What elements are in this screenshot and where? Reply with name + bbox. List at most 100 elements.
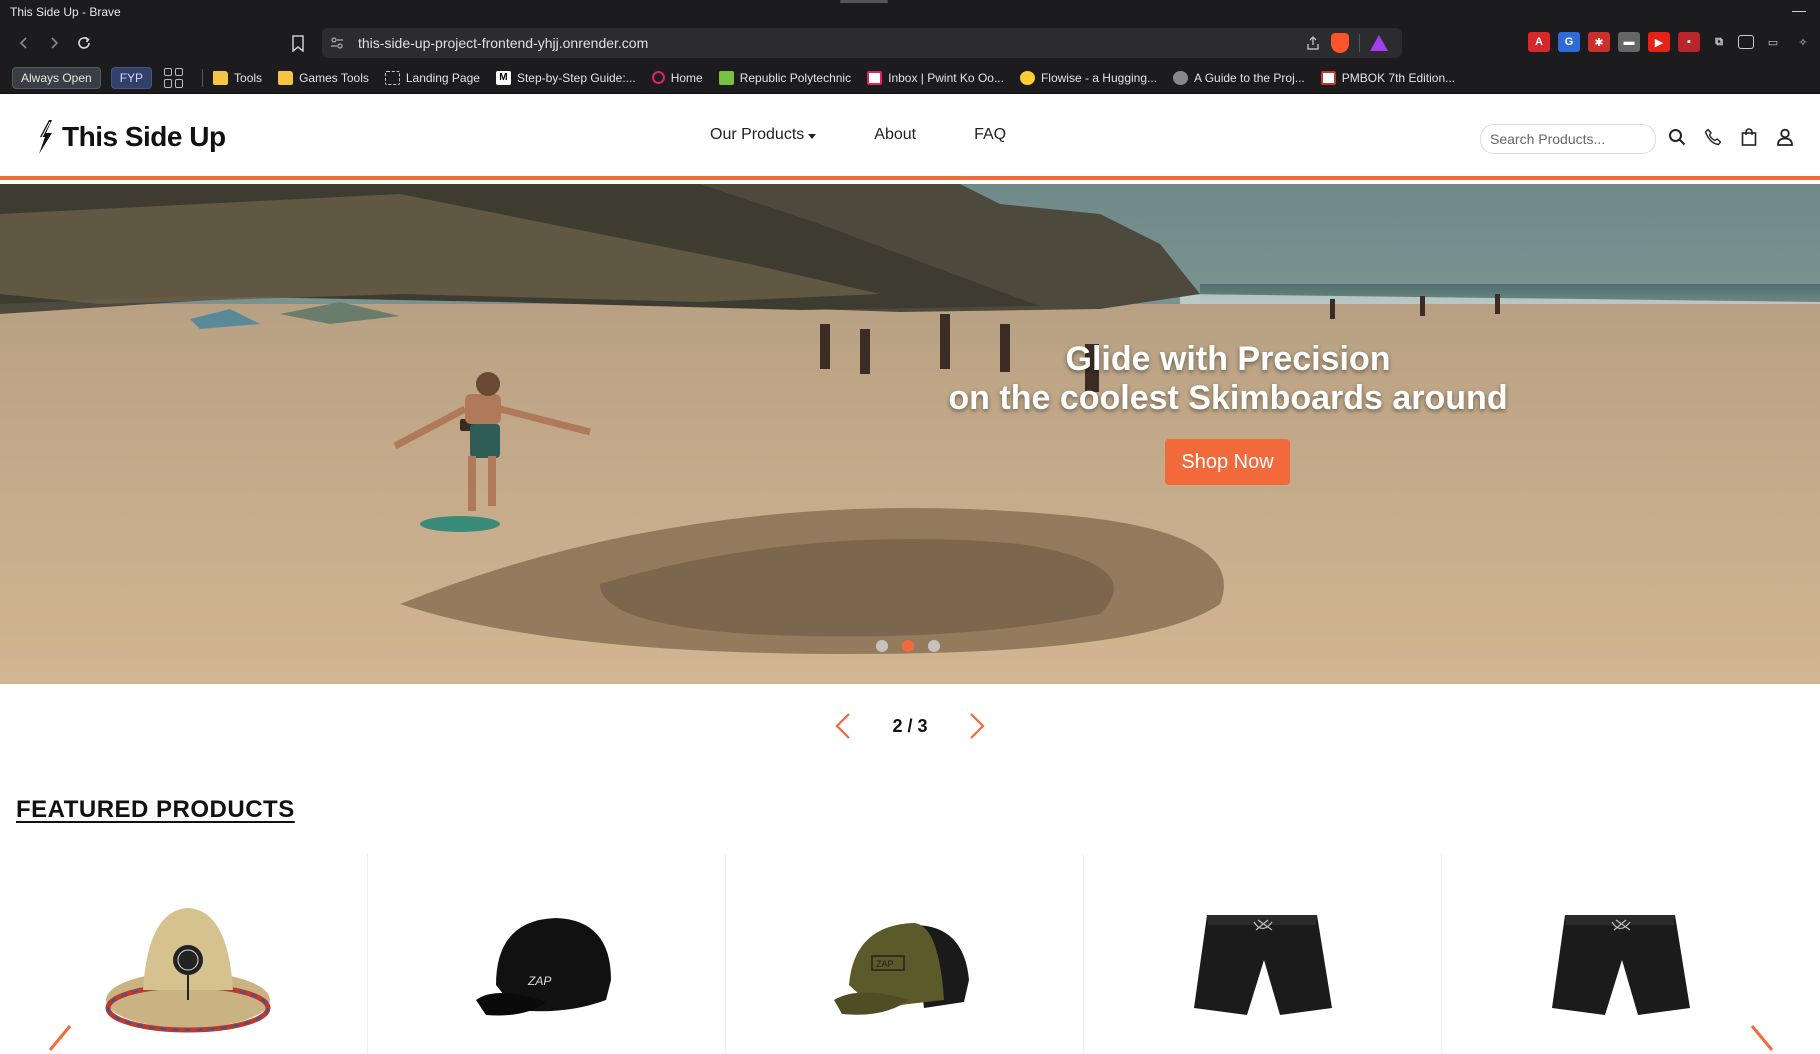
nav-about[interactable]: About xyxy=(874,126,916,144)
window-drag-handle[interactable] xyxy=(840,0,888,3)
brave-shields-icon[interactable] xyxy=(1331,33,1349,53)
pdf-extension-icon[interactable]: A xyxy=(1528,32,1550,52)
account-button[interactable] xyxy=(1774,124,1796,150)
product-card[interactable] xyxy=(16,854,368,1054)
translate-extension-icon[interactable]: G xyxy=(1558,32,1580,52)
products-prev-arrow-icon[interactable] xyxy=(44,1024,78,1054)
extensions-row: A G ✱ ▬ ▶ ▪ ⧉ ▭ ✧ xyxy=(1528,32,1814,52)
bookmark-home[interactable]: Home xyxy=(651,70,703,85)
product-search-input[interactable] xyxy=(1480,124,1656,154)
shopping-bag-icon xyxy=(1741,128,1757,146)
wallet-icon[interactable]: ▭ xyxy=(1762,32,1784,52)
window-titlebar: This Side Up - Brave — xyxy=(0,0,1820,24)
cart-button[interactable] xyxy=(1738,124,1760,150)
phone-icon xyxy=(1704,128,1722,146)
back-button[interactable] xyxy=(10,29,38,57)
bookmarks-divider xyxy=(202,68,204,87)
user-icon xyxy=(1777,128,1793,146)
bookmark-guide-to-proj[interactable]: A Guide to the Proj... xyxy=(1173,70,1305,85)
bookmark-games-tools[interactable]: Games Tools xyxy=(278,70,369,85)
hero-caption: Glide with Precision on the coolest Skim… xyxy=(940,340,1516,418)
rp-icon xyxy=(718,70,734,85)
reload-icon xyxy=(78,36,90,49)
caret-down-icon xyxy=(808,133,817,139)
carousel-dots xyxy=(876,640,940,652)
nav-label: Our Products xyxy=(710,126,805,143)
product-card[interactable]: ZAP xyxy=(732,854,1084,1054)
search-button[interactable] xyxy=(1666,124,1688,150)
shop-now-button[interactable]: Shop Now xyxy=(1165,439,1290,485)
search-icon xyxy=(1669,129,1686,146)
bookmark-pill-always-open[interactable]: Always Open xyxy=(12,66,101,89)
reload-button[interactable] xyxy=(70,29,98,57)
window-title: This Side Up - Brave xyxy=(10,5,121,19)
bookmark-step-by-step[interactable]: M Step-by-Step Guide:... xyxy=(495,70,636,85)
bookmarks-bar: Always Open FYP Tools Games Tools Landin… xyxy=(0,62,1820,94)
bookmark-label: Games Tools xyxy=(299,70,369,85)
products-next-arrow-icon[interactable] xyxy=(1746,1024,1780,1054)
hero-subtitle: on the coolest Skimboards around xyxy=(948,379,1508,417)
site-logo[interactable]: This Side Up xyxy=(36,120,226,154)
medium-icon: M xyxy=(495,70,511,85)
bookmark-label: Flowise - a Hugging... xyxy=(1040,70,1158,85)
straw-hat-image xyxy=(105,908,271,1033)
header-actions xyxy=(1666,124,1796,150)
black-shorts-image xyxy=(1552,915,1690,1015)
carousel-pager: 2 / 3 xyxy=(830,710,990,742)
featured-products-carousel: ZAP ZAP xyxy=(16,854,1806,1054)
brave-rewards-icon[interactable] xyxy=(1370,35,1388,51)
bookmark-flowise[interactable]: Flowise - a Hugging... xyxy=(1019,70,1158,85)
opera-icon xyxy=(651,71,665,84)
lightning-bolt-icon xyxy=(39,120,52,154)
youtube-extension-icon[interactable]: ▶ xyxy=(1648,32,1670,52)
bookmark-pmbok[interactable]: PMBOK 7th Edition... xyxy=(1320,70,1456,85)
url-text: this-side-up-project-frontend-yhjj.onren… xyxy=(358,35,649,51)
folder-icon xyxy=(278,70,294,85)
bookmark-label: Step-by-Step Guide:... xyxy=(516,70,636,85)
bookmark-pill-fyp[interactable]: FYP xyxy=(110,66,153,89)
share-icon[interactable] xyxy=(1305,35,1321,51)
bookmark-page-button[interactable] xyxy=(286,30,310,56)
bookmark-label: PMBOK 7th Edition... xyxy=(1341,70,1456,85)
arrow-right-icon xyxy=(51,37,59,49)
product-card[interactable]: ZAP xyxy=(374,854,726,1054)
carousel-next-button[interactable] xyxy=(964,710,990,742)
bookmark-label: Home xyxy=(670,70,703,85)
hugging-face-icon xyxy=(1019,70,1035,85)
leo-icon[interactable]: ✧ xyxy=(1792,32,1814,52)
hero-carousel: Glide with Precision on the coolest Skim… xyxy=(0,184,1820,684)
arrow-left-icon xyxy=(19,37,27,49)
bookmark-inbox[interactable]: Inbox | Pwint Ko Oo... xyxy=(867,70,1004,85)
apps-grid-icon[interactable] xyxy=(164,67,184,88)
carousel-dot-2[interactable] xyxy=(902,640,914,652)
red-extension-icon[interactable]: ✱ xyxy=(1588,32,1610,52)
badge-extension-icon[interactable]: ▪ xyxy=(1678,32,1700,52)
svg-text:ZAP: ZAP xyxy=(527,974,551,988)
puzzle-extensions-icon[interactable]: ⧉ xyxy=(1708,32,1730,52)
site-settings-icon[interactable] xyxy=(322,37,352,49)
address-bar[interactable]: this-side-up-project-frontend-yhjj.onren… xyxy=(322,28,1402,58)
bookmark-republic-polytechnic[interactable]: Republic Polytechnic xyxy=(718,70,851,85)
bookmark-label: A Guide to the Proj... xyxy=(1194,70,1305,85)
carousel-dot-3[interactable] xyxy=(928,640,940,652)
bookmark-label: Landing Page xyxy=(405,70,480,85)
product-card[interactable] xyxy=(1090,854,1442,1054)
forward-button[interactable] xyxy=(40,29,68,57)
sidebar-icon[interactable] xyxy=(1738,35,1754,49)
minimize-icon[interactable]: — xyxy=(1792,2,1806,18)
product-card[interactable] xyxy=(1448,854,1792,1051)
bookmark-tools[interactable]: Tools xyxy=(213,70,262,85)
site-header: This Side Up Our Products About FAQ xyxy=(0,96,1820,180)
carousel-dot-1[interactable] xyxy=(876,640,888,652)
black-cap-image: ZAP xyxy=(476,918,611,1016)
screen-extension-icon[interactable]: ▬ xyxy=(1618,32,1640,52)
bookmark-landing-page[interactable]: Landing Page xyxy=(384,70,480,85)
svg-text:ZAP: ZAP xyxy=(876,959,894,969)
nav-faq[interactable]: FAQ xyxy=(974,126,1006,144)
black-shorts-image xyxy=(1194,915,1332,1015)
mail-icon xyxy=(867,70,883,85)
contact-button[interactable] xyxy=(1702,124,1724,150)
carousel-prev-button[interactable] xyxy=(830,710,856,742)
globe-icon xyxy=(1173,70,1189,85)
nav-our-products[interactable]: Our Products xyxy=(710,126,817,144)
